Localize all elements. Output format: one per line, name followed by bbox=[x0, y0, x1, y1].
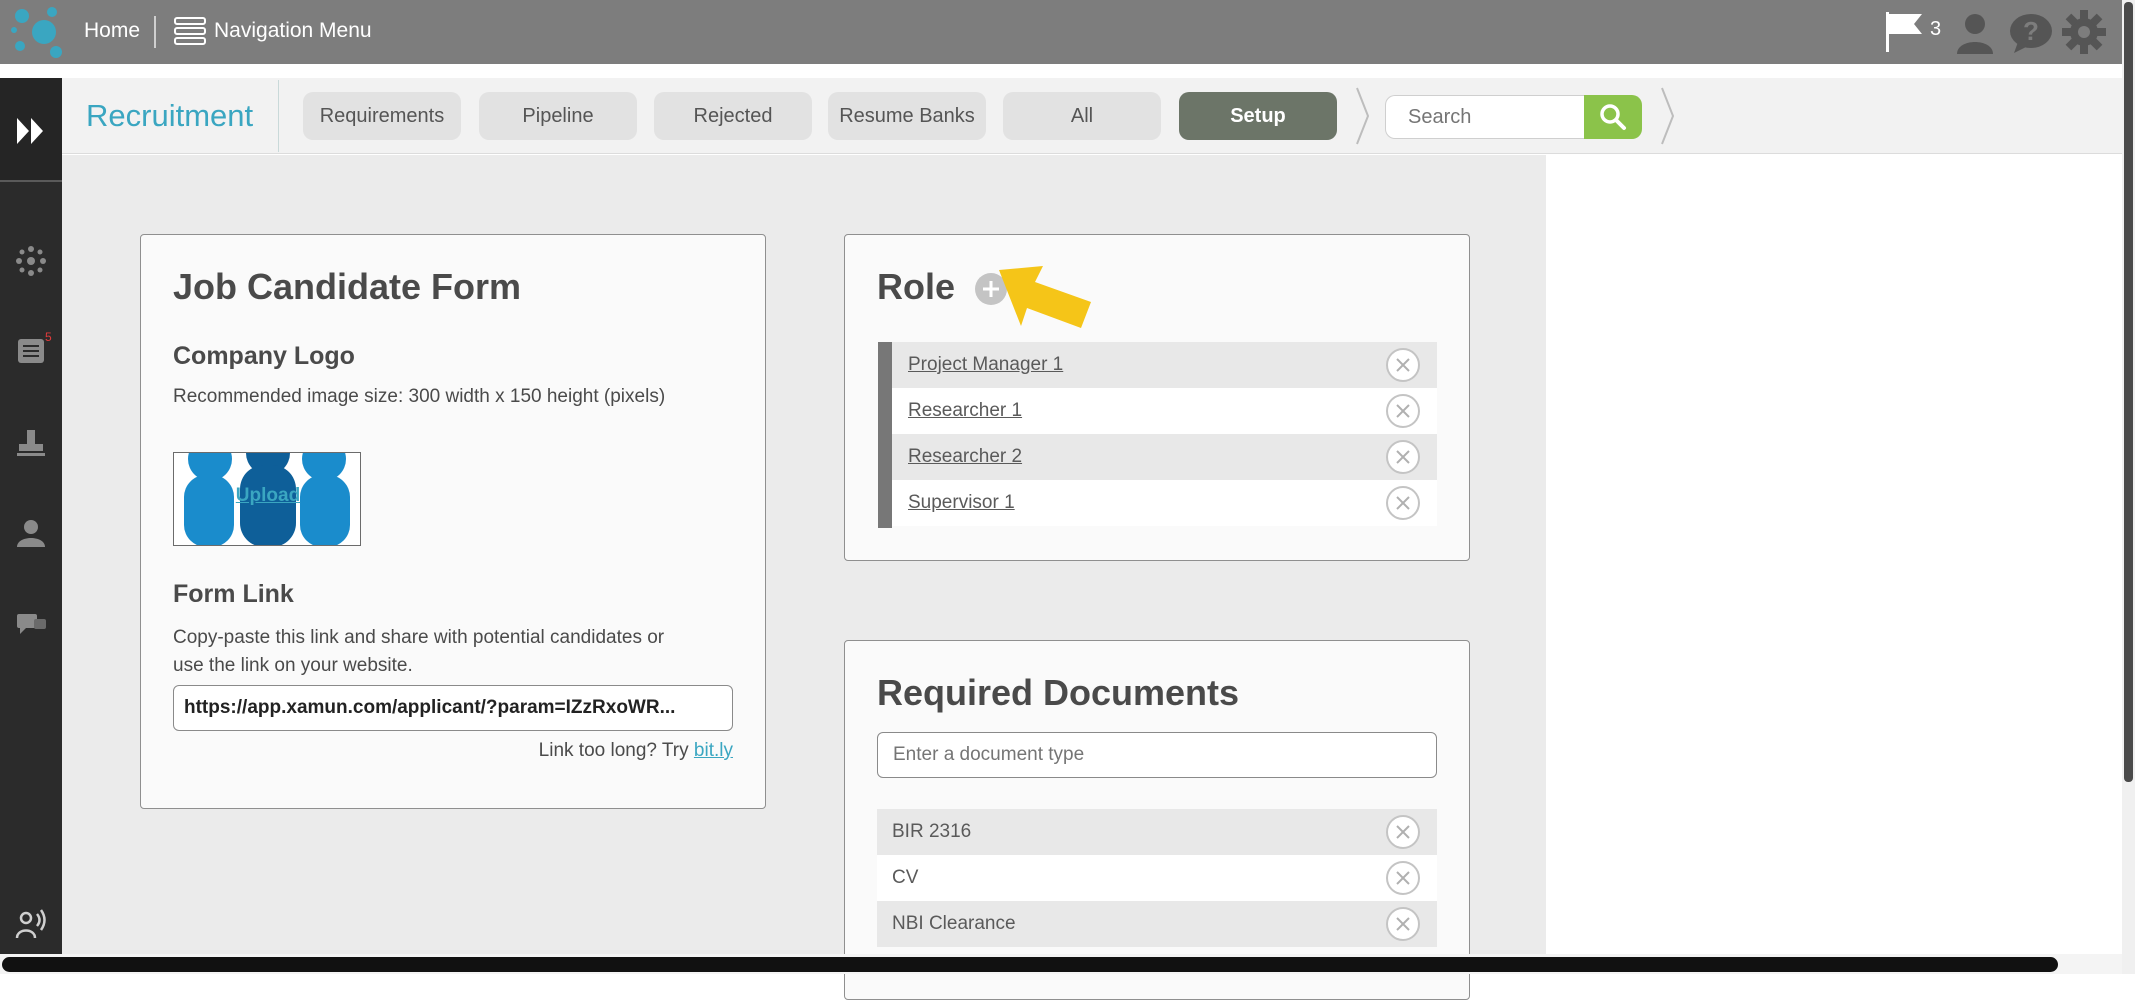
role-title: Role bbox=[877, 266, 956, 307]
chevron-divider-icon bbox=[1661, 87, 1675, 145]
help-icon[interactable]: ? bbox=[2008, 12, 2054, 54]
required-documents-title: Required Documents bbox=[877, 672, 1240, 713]
role-link[interactable]: Researcher 1 bbox=[908, 388, 1022, 434]
app-logo-icon[interactable] bbox=[8, 4, 68, 60]
tab-resume-banks[interactable]: Resume Banks bbox=[828, 92, 986, 140]
tab-pipeline[interactable]: Pipeline bbox=[479, 92, 637, 140]
network-dots-icon[interactable] bbox=[14, 244, 48, 278]
bitly-prefix-text: Link too long? Try bbox=[538, 740, 694, 761]
role-list-accent bbox=[878, 342, 892, 528]
list-item: Researcher 1 bbox=[892, 388, 1437, 434]
module-title-divider bbox=[278, 80, 279, 152]
module-title[interactable]: Recruitment bbox=[86, 78, 253, 154]
search-icon bbox=[1600, 104, 1626, 130]
tab-requirements[interactable]: Requirements bbox=[303, 92, 461, 140]
bitly-link[interactable]: bit.ly bbox=[694, 740, 733, 761]
logo-size-hint: Recommended image size: 300 width x 150 … bbox=[173, 386, 666, 407]
remove-close-icon[interactable] bbox=[1385, 906, 1421, 942]
tab-rejected[interactable]: Rejected bbox=[654, 92, 812, 140]
double-chevron-right-icon bbox=[17, 118, 43, 144]
user-profile-icon[interactable] bbox=[1955, 12, 1995, 54]
vertical-scrollbar-thumb[interactable] bbox=[2124, 2, 2133, 782]
list-item: BIR 2316 bbox=[877, 809, 1437, 855]
home-link[interactable]: Home bbox=[84, 0, 140, 62]
remove-close-icon[interactable] bbox=[1385, 485, 1421, 521]
document-label: NBI Clearance bbox=[892, 913, 1016, 934]
topbar-spacer bbox=[0, 64, 2122, 78]
list-item: Supervisor 1 bbox=[892, 480, 1437, 526]
pointer-arrow-icon bbox=[999, 266, 1091, 328]
remove-close-icon[interactable] bbox=[1385, 393, 1421, 429]
navigation-menu-link[interactable]: Navigation Menu bbox=[214, 0, 372, 62]
chevron-divider-icon bbox=[1356, 87, 1370, 145]
menu-list-icon[interactable] bbox=[174, 16, 206, 46]
flag-icon[interactable] bbox=[1884, 10, 1926, 54]
role-link[interactable]: Project Manager 1 bbox=[908, 342, 1063, 388]
document-label: CV bbox=[892, 867, 919, 888]
person-icon[interactable] bbox=[14, 516, 48, 550]
sidebar-notification-badge: 5 bbox=[45, 330, 52, 344]
candidate-form-title: Job Candidate Form bbox=[173, 266, 522, 307]
stamp-icon[interactable] bbox=[14, 426, 48, 460]
right-blank-pane bbox=[1546, 155, 2122, 974]
form-link-field[interactable]: https://app.xamun.com/applicant/?param=I… bbox=[173, 685, 733, 731]
list-item: NBI Clearance bbox=[877, 901, 1437, 947]
role-link[interactable]: Supervisor 1 bbox=[908, 480, 1015, 526]
company-logo-heading: Company Logo bbox=[173, 342, 355, 370]
tab-setup[interactable]: Setup bbox=[1179, 92, 1337, 140]
logo-upload-area[interactable]: Upload bbox=[173, 452, 361, 546]
topbar-divider bbox=[154, 16, 156, 48]
accessibility-voice-icon[interactable] bbox=[14, 908, 48, 942]
bitly-hint: Link too long? Try bit.ly bbox=[173, 740, 733, 762]
list-item: Researcher 2 bbox=[892, 434, 1437, 480]
list-item: Project Manager 1 bbox=[892, 342, 1437, 388]
search-button[interactable] bbox=[1584, 95, 1642, 139]
svg-text:?: ? bbox=[2023, 16, 2039, 46]
flag-count-badge: 3 bbox=[1930, 18, 1942, 40]
form-link-description-line2: use the link on your website. bbox=[173, 655, 413, 676]
form-link-description-line1: Copy-paste this link and share with pote… bbox=[173, 627, 665, 648]
role-link[interactable]: Researcher 2 bbox=[908, 434, 1022, 480]
remove-close-icon[interactable] bbox=[1385, 860, 1421, 896]
upload-link[interactable]: Upload bbox=[174, 485, 360, 507]
tab-all[interactable]: All bbox=[1003, 92, 1161, 140]
form-link-heading: Form Link bbox=[173, 580, 294, 608]
app-root: Home Navigation Menu 3 ? 5 Recruitment R… bbox=[0, 0, 2135, 1000]
settings-gear-icon[interactable] bbox=[2062, 10, 2106, 54]
sidebar-expand-button[interactable] bbox=[0, 78, 62, 182]
remove-close-icon[interactable] bbox=[1385, 439, 1421, 475]
chat-bubbles-icon[interactable] bbox=[14, 606, 48, 640]
document-type-input[interactable] bbox=[877, 732, 1437, 778]
remove-close-icon[interactable] bbox=[1385, 814, 1421, 850]
document-label: BIR 2316 bbox=[892, 821, 972, 842]
list-document-icon[interactable] bbox=[14, 334, 48, 368]
remove-close-icon[interactable] bbox=[1385, 347, 1421, 383]
horizontal-scrollbar-thumb[interactable] bbox=[2, 957, 2058, 972]
search-input[interactable] bbox=[1385, 95, 1585, 139]
list-item: CV bbox=[877, 855, 1437, 901]
